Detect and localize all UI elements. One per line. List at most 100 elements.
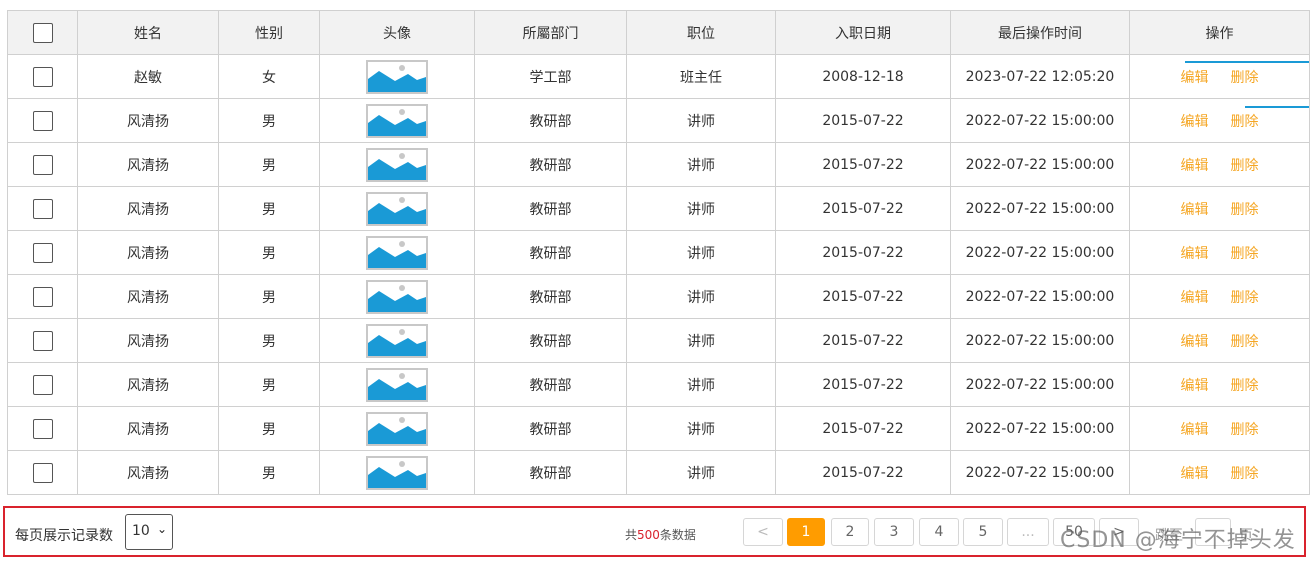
page-button-1[interactable]: 1: [787, 518, 825, 546]
cell-gender: 男: [218, 186, 320, 231]
image-placeholder-icon: [366, 59, 428, 94]
cell-last-operation-time: 2023-07-22 12:05:20: [950, 54, 1130, 99]
page-button-4[interactable]: 4: [919, 518, 959, 546]
cell-gender: 男: [218, 362, 320, 407]
edit-button[interactable]: 编辑: [1181, 378, 1209, 394]
edit-button[interactable]: 编辑: [1181, 114, 1209, 130]
row-select-cell: [7, 230, 78, 275]
cell-actions: 编辑 删除: [1129, 362, 1310, 407]
page-button-3[interactable]: 3: [874, 518, 914, 546]
page-size-select[interactable]: 10 ⌄: [125, 514, 173, 550]
edit-button[interactable]: 编辑: [1181, 466, 1209, 482]
cell-name: 风清扬: [77, 274, 219, 319]
column-header: 操作: [1129, 10, 1310, 55]
page-size-label: 每页展示记录数: [15, 528, 113, 544]
edit-button[interactable]: 编辑: [1181, 202, 1209, 218]
row-checkbox[interactable]: [32, 66, 53, 87]
table-row: 风清扬男教研部 讲师 2015-07-22 2022-07-22 15:00:00 编辑…: [7, 406, 1310, 451]
cell-avatar: [319, 406, 475, 451]
delete-button[interactable]: 删除: [1231, 290, 1259, 306]
jump-page-input[interactable]: [1195, 518, 1231, 546]
row-checkbox[interactable]: [32, 374, 53, 395]
select-all-checkbox[interactable]: [32, 22, 53, 43]
row-checkbox[interactable]: [32, 330, 53, 351]
cell-gender: 男: [218, 318, 320, 363]
page-button-2[interactable]: 2: [831, 518, 869, 546]
cell-last-operation-time: 2022-07-22 15:00:00: [950, 318, 1130, 363]
cell-entry-date: 2015-07-22: [775, 186, 951, 231]
row-checkbox[interactable]: [32, 154, 53, 175]
delete-button[interactable]: 删除: [1231, 70, 1259, 86]
column-header: 性别: [218, 10, 320, 55]
chevron-down-icon: ⌄: [156, 522, 167, 536]
delete-button[interactable]: 删除: [1231, 114, 1259, 130]
row-checkbox[interactable]: [32, 286, 53, 307]
edit-button[interactable]: 编辑: [1181, 422, 1209, 438]
image-placeholder-icon: [366, 235, 428, 270]
delete-button[interactable]: 删除: [1231, 202, 1259, 218]
cell-entry-date: 2015-07-22: [775, 142, 951, 187]
delete-button[interactable]: 删除: [1231, 334, 1259, 350]
row-select-cell: [7, 54, 78, 99]
cell-actions: 编辑 删除: [1129, 98, 1310, 143]
cell-entry-date: 2015-07-22: [775, 230, 951, 275]
cell-department: 教研部: [474, 406, 627, 451]
cell-actions: 编辑 删除: [1129, 318, 1310, 363]
cell-avatar: [319, 54, 475, 99]
header-select-all-cell: [7, 10, 78, 55]
cell-avatar: [319, 362, 475, 407]
next-page-button[interactable]: >: [1099, 518, 1139, 546]
delete-button[interactable]: 删除: [1231, 246, 1259, 262]
cell-name: 风清扬: [77, 318, 219, 363]
page-size-value: 10: [132, 523, 150, 539]
cell-entry-date: 2015-07-22: [775, 406, 951, 451]
row-checkbox[interactable]: [32, 418, 53, 439]
delete-button[interactable]: 删除: [1231, 378, 1259, 394]
cell-last-operation-time: 2022-07-22 15:00:00: [950, 186, 1130, 231]
cell-avatar: [319, 142, 475, 187]
edit-button[interactable]: 编辑: [1181, 246, 1209, 262]
edit-button[interactable]: 编辑: [1181, 70, 1209, 86]
table-row: 风清扬男教研部 讲师 2015-07-22 2022-07-22 15:00:00 编辑…: [7, 230, 1310, 275]
column-header: 头像: [319, 10, 475, 55]
image-placeholder-icon: [366, 279, 428, 314]
cell-position: 讲师: [626, 274, 776, 319]
table-header-row: 姓名 性别 头像 所屬部门 职位 入职日期 最后操作时间 操作: [7, 10, 1310, 55]
page-button-last[interactable]: 50: [1053, 518, 1095, 546]
cell-last-operation-time: 2022-07-22 15:00:00: [950, 230, 1130, 275]
cell-position: 讲师: [626, 186, 776, 231]
cell-avatar: [319, 274, 475, 319]
delete-button[interactable]: 删除: [1231, 422, 1259, 438]
image-placeholder-icon: [366, 411, 428, 446]
cell-gender: 男: [218, 450, 320, 495]
cell-department: 教研部: [474, 230, 627, 275]
cell-name: 风清扬: [77, 450, 219, 495]
row-select-cell: [7, 318, 78, 363]
row-select-cell: [7, 142, 78, 187]
image-placeholder-icon: [366, 367, 428, 402]
cell-department: 教研部: [474, 186, 627, 231]
row-checkbox[interactable]: [32, 198, 53, 219]
page-button-5[interactable]: 5: [963, 518, 1003, 546]
row-checkbox[interactable]: [32, 110, 53, 131]
delete-button[interactable]: 删除: [1231, 158, 1259, 174]
edit-button[interactable]: 编辑: [1181, 334, 1209, 350]
cell-entry-date: 2008-12-18: [775, 54, 951, 99]
cell-gender: 男: [218, 98, 320, 143]
cell-name: 风清扬: [77, 186, 219, 231]
cell-avatar: [319, 98, 475, 143]
row-checkbox[interactable]: [32, 462, 53, 483]
edit-button[interactable]: 编辑: [1181, 158, 1209, 174]
cell-position: 讲师: [626, 230, 776, 275]
column-header: 所屬部门: [474, 10, 627, 55]
prev-page-button[interactable]: <: [743, 518, 783, 546]
cell-name: 赵敏: [77, 54, 219, 99]
employee-table: 姓名 性别 头像 所屬部门 职位 入职日期 最后操作时间 操作 赵敏女 学工部 班主任 2008-1…: [7, 10, 1310, 495]
cell-actions: 编辑 删除: [1129, 186, 1310, 231]
image-placeholder-icon: [366, 455, 428, 490]
row-checkbox[interactable]: [32, 242, 53, 263]
cell-position: 讲师: [626, 362, 776, 407]
delete-button[interactable]: 删除: [1231, 466, 1259, 482]
cell-position: 讲师: [626, 450, 776, 495]
edit-button[interactable]: 编辑: [1181, 290, 1209, 306]
